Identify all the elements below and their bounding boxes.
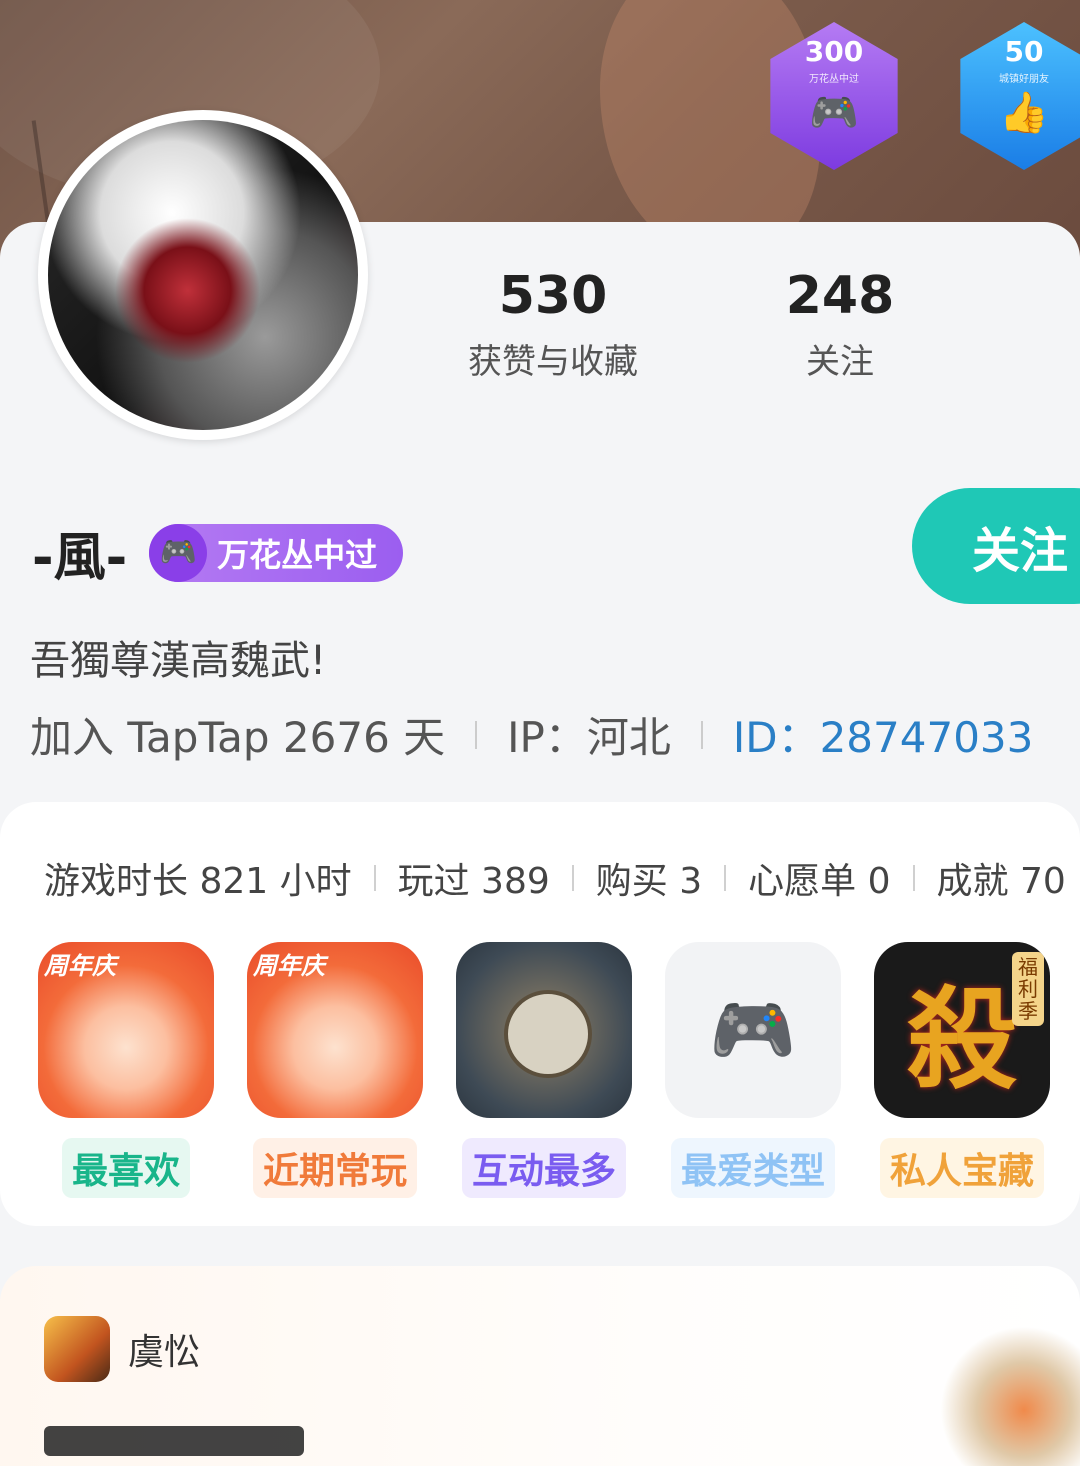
- following-count: 248: [785, 266, 895, 326]
- join-days: 加入 TapTap 2676 天: [30, 713, 446, 762]
- following-label: 关注: [806, 342, 874, 382]
- tile-label: 近期常玩: [252, 1138, 417, 1198]
- kill-character: 殺: [907, 976, 1017, 1104]
- gamepad-icon: 🎮: [709, 988, 797, 1071]
- divider: [912, 865, 915, 891]
- tile-favorite[interactable]: 周年庆 最喜欢: [38, 942, 214, 1198]
- post-card[interactable]: 虞忪: [0, 1266, 1080, 1466]
- tile-label: 私人宝藏: [879, 1138, 1044, 1198]
- badge-number: 50: [1004, 35, 1044, 68]
- likes-stat[interactable]: 530 获赞与收藏: [448, 266, 658, 383]
- username: -風-: [32, 528, 128, 588]
- divider: [571, 865, 574, 891]
- likes-count: 530: [498, 266, 608, 326]
- divider: [724, 865, 727, 891]
- tile-label: 最喜欢: [61, 1138, 190, 1198]
- tile-favorite-genre[interactable]: 🎮 最爱类型: [665, 942, 841, 1198]
- games-card: 游戏时长 821 小时 玩过 389 购买 3 心愿单 0 成就 70 周年庆 …: [0, 802, 1080, 1226]
- title-badge-label: 万花丛中过: [217, 535, 378, 574]
- tile-private-treasure[interactable]: 殺 福利季 私人宝藏: [874, 942, 1050, 1198]
- avatar-image: [48, 120, 358, 430]
- compass-icon: [504, 990, 592, 1078]
- gamepad-icon: 🎮: [809, 90, 859, 136]
- welfare-tag: 福利季: [1012, 952, 1044, 1026]
- anniversary-banner: 周年庆: [253, 952, 325, 980]
- anniversary-banner: 周年庆: [44, 952, 116, 980]
- tile-label: 互动最多: [461, 1138, 626, 1198]
- divider: [700, 720, 703, 749]
- follow-button[interactable]: 关注: [912, 488, 1080, 604]
- following-stat[interactable]: 248 关注: [780, 266, 900, 383]
- game-stats: 游戏时长 821 小时 玩过 389 购买 3 心愿单 0 成就 70: [44, 852, 1066, 904]
- tile-recent[interactable]: 周年庆 近期常玩: [247, 942, 423, 1198]
- placeholder-game-icon: 🎮: [665, 942, 841, 1118]
- badge-subtitle: 万花丛中过: [809, 74, 859, 85]
- author-name: 虞忪: [128, 1332, 201, 1373]
- user-id[interactable]: ID：28747033: [733, 704, 1034, 765]
- name-row: -風- 🎮 万花丛中过: [32, 515, 404, 590]
- divider: [373, 865, 376, 891]
- achievement-badge-50[interactable]: 50 城镇好朋友 👍: [960, 22, 1080, 170]
- ip-location: IP：河北: [507, 713, 671, 762]
- compass-game-icon: [456, 942, 632, 1118]
- achievement-count[interactable]: 成就 70: [937, 852, 1066, 904]
- game-icon: 周年庆: [38, 942, 214, 1118]
- badge-number: 300: [804, 35, 864, 68]
- author-avatar: [44, 1316, 110, 1382]
- divider: [475, 720, 478, 749]
- badge-subtitle: 城镇好朋友: [999, 74, 1049, 85]
- tile-most-interaction[interactable]: 互动最多: [456, 942, 632, 1198]
- game-tiles: 周年庆 最喜欢 周年庆 近期常玩 互动最多 🎮 最爱类型 殺 福利季 私人宝藏: [38, 942, 1080, 1198]
- avatar[interactable]: [38, 110, 368, 440]
- play-time[interactable]: 游戏时长 821 小时: [44, 852, 352, 904]
- profile-meta: 加入 TapTap 2676 天 IP：河北 ID：28747033: [30, 704, 1033, 765]
- title-badge[interactable]: 🎮 万花丛中过: [149, 523, 404, 582]
- tile-label: 最爱类型: [670, 1138, 835, 1198]
- thumbs-up-icon: 👍: [999, 90, 1049, 136]
- likes-label: 获赞与收藏: [468, 342, 638, 382]
- bio: 吾獨尊漢高魏武!: [30, 638, 327, 684]
- post-author[interactable]: 虞忪: [44, 1316, 200, 1382]
- purchased-count[interactable]: 购买 3: [596, 852, 702, 904]
- game-icon: 殺 福利季: [874, 942, 1050, 1118]
- gamepad-icon: 🎮: [149, 523, 208, 582]
- game-icon: 周年庆: [247, 942, 423, 1118]
- post-title-peek: [44, 1426, 304, 1456]
- played-count[interactable]: 玩过 389: [398, 852, 550, 904]
- wishlist-count[interactable]: 心愿单 0: [748, 852, 890, 904]
- post-artwork: [940, 1326, 1080, 1466]
